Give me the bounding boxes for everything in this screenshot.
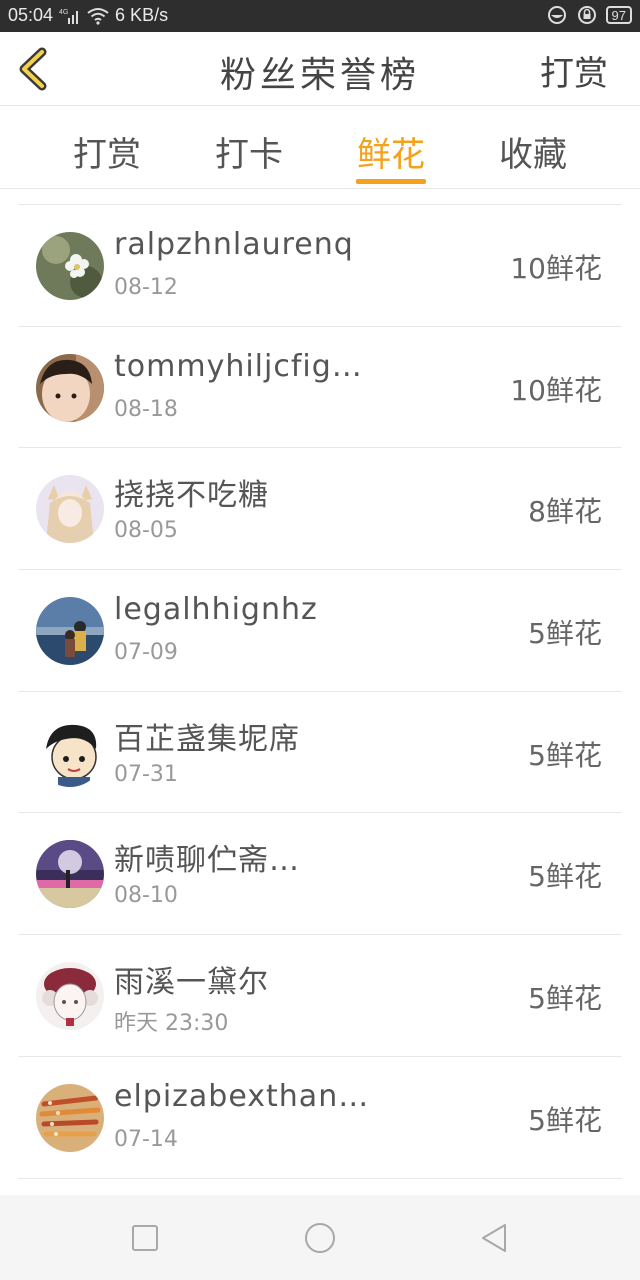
fan-name: 新啧聊伫斋… (114, 843, 300, 879)
avatar (36, 718, 104, 787)
avatar (36, 475, 104, 544)
tab-favorites[interactable]: 收藏 (462, 107, 604, 188)
fan-name: legalhhignhz (114, 592, 318, 628)
status-bar: 05:04 4G 6 KB/s 97 (0, 0, 640, 32)
fan-name: elpizabexthan… (114, 1078, 370, 1114)
tab-checkin[interactable]: 打卡 (178, 107, 320, 188)
avatar (36, 1083, 104, 1152)
fan-list-item[interactable]: 挠挠不吃糖 08-05 8鲜花 (18, 448, 622, 571)
flower-count: 5鲜花 (528, 982, 602, 1016)
avatar (36, 232, 104, 300)
fan-list-item[interactable]: legalhhignhz 07-09 5鲜花 (18, 570, 622, 692)
fan-name: 雨溪一黛尔 (114, 965, 269, 1001)
wifi-icon (87, 7, 109, 25)
fan-date: 08-12 (114, 275, 178, 300)
svg-text:4G: 4G (59, 9, 68, 16)
fan-list-item[interactable]: 雨溪一黛尔 昨天 23:30 5鲜花 (18, 935, 622, 1057)
fan-list-item[interactable]: tommyhiljcfig… 08-18 10鲜花 (18, 327, 622, 449)
recent-apps-icon[interactable] (128, 1221, 162, 1255)
avatar (36, 353, 104, 422)
flower-count: 5鲜花 (528, 738, 602, 772)
flower-count: 10鲜花 (510, 252, 602, 285)
fan-list: ralpzhnlaurenq 08-12 10鲜花 tommyhiljcfig…… (18, 204, 622, 1179)
flower-count: 8鲜花 (528, 495, 602, 529)
system-nav-bar (0, 1195, 640, 1280)
fan-list-item[interactable]: ralpzhnlaurenq 08-12 10鲜花 (18, 205, 622, 327)
fan-date: 08-10 (114, 883, 178, 909)
status-time: 05:04 (8, 5, 54, 25)
fan-list-item[interactable]: elpizabexthan… 07-14 5鲜花 (18, 1057, 622, 1179)
fan-list-item[interactable]: 百芷盏集坭席 07-31 5鲜花 (18, 692, 622, 814)
flower-count: 5鲜花 (528, 860, 602, 894)
avatar (36, 597, 104, 666)
tab-bar: 打赏 打卡 鲜花 收藏 (0, 107, 640, 189)
fan-name: 挠挠不吃糖 (114, 478, 269, 514)
fan-date: 08-18 (114, 396, 178, 422)
eye-comfort-icon (547, 6, 566, 24)
fan-date: 07-14 (114, 1126, 178, 1152)
app-header: 粉丝荣誉榜 打赏 (0, 32, 640, 106)
back-triangle-icon[interactable] (478, 1221, 512, 1255)
avatar (36, 962, 104, 1031)
avatar (36, 840, 104, 909)
fan-name: ralpzhnlaurenq (114, 227, 354, 262)
fan-list-item[interactable]: 新啧聊伫斋… 08-10 5鲜花 (18, 813, 622, 936)
fan-name: 百芷盏集坭席 (114, 721, 300, 757)
flower-count: 5鲜花 (528, 1103, 602, 1137)
lock-rotation-icon (577, 6, 596, 24)
fan-date: 07-31 (114, 761, 178, 787)
tab-reward[interactable]: 打赏 (36, 107, 178, 188)
network-speed: 6 KB/s (115, 5, 169, 25)
fan-date: 07-09 (114, 640, 178, 666)
tab-flowers[interactable]: 鲜花 (320, 107, 462, 188)
flower-count: 10鲜花 (510, 373, 602, 407)
fan-name: tommyhiljcfig… (114, 348, 363, 384)
fan-date: 昨天 23:30 (114, 1011, 229, 1037)
flower-count: 5鲜花 (528, 617, 602, 651)
home-icon[interactable] (303, 1221, 337, 1255)
fan-date: 08-05 (114, 518, 178, 544)
battery-icon: 97 (605, 6, 632, 24)
signal-icon: 4G (59, 9, 79, 24)
reward-button[interactable]: 打赏 (540, 46, 608, 95)
